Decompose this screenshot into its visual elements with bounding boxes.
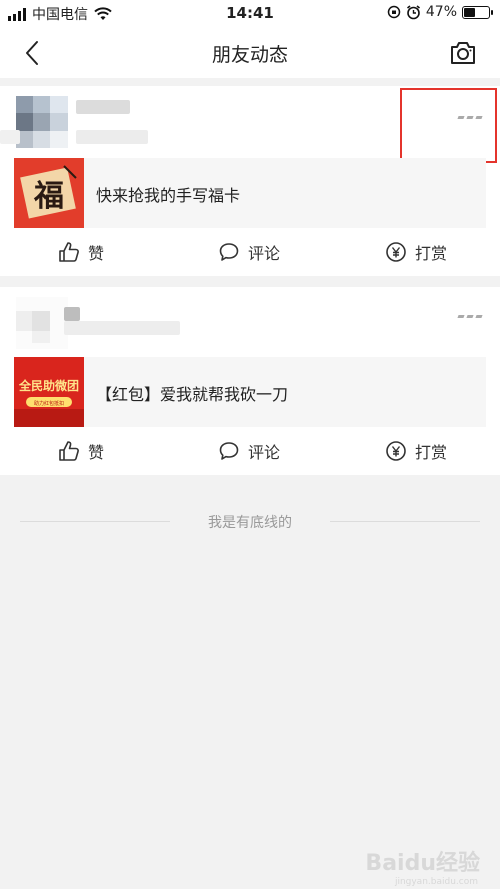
red-packet-thumbnail: 全民助微团 助力红包抵扣 bbox=[14, 357, 84, 427]
end-of-feed-text: 我是有底线的 bbox=[208, 515, 292, 531]
comment-button[interactable]: 评论 bbox=[218, 431, 280, 471]
battery-fill bbox=[464, 7, 476, 17]
shared-link-card[interactable]: 全民助微团 助力红包抵扣 【红包】爱我就帮我砍一刀 bbox=[14, 357, 486, 427]
divider bbox=[330, 521, 480, 522]
like-button[interactable]: 赞 bbox=[58, 431, 104, 471]
blur-patch bbox=[0, 130, 20, 144]
comment-bubble-icon bbox=[219, 442, 239, 460]
baidu-watermark-url: jingyan.baidu.com bbox=[394, 877, 478, 887]
baidu-watermark: Baidu经验 bbox=[365, 851, 480, 876]
status-right: 47% bbox=[387, 4, 493, 20]
reward-button[interactable]: 打赏 bbox=[385, 232, 447, 272]
post-card: 全民助微团 助力红包抵扣 【红包】爱我就帮我砍一刀 赞 评论 打赏 bbox=[0, 287, 500, 475]
reward-button[interactable]: 打赏 bbox=[385, 431, 447, 471]
like-label: 赞 bbox=[88, 443, 105, 462]
end-of-feed: 我是有底线的 bbox=[20, 512, 480, 532]
fuka-thumbnail: 福 bbox=[14, 158, 84, 228]
post-actions: 赞 评论 打赏 bbox=[0, 431, 500, 471]
avatar bbox=[16, 96, 68, 148]
comment-label: 评论 bbox=[248, 244, 281, 263]
yen-coin-icon bbox=[386, 441, 406, 461]
post-time-blurred bbox=[76, 130, 148, 144]
reward-label: 打赏 bbox=[415, 244, 448, 263]
post-time-blurred bbox=[64, 321, 180, 335]
orientation-lock-icon bbox=[387, 5, 401, 19]
comment-bubble-icon bbox=[219, 243, 239, 261]
yen-coin-icon bbox=[386, 242, 406, 262]
highlight-annotation bbox=[400, 88, 497, 163]
page-title: 朋友动态 bbox=[211, 44, 288, 66]
more-options-icon[interactable] bbox=[457, 311, 483, 321]
like-button[interactable]: 赞 bbox=[58, 232, 104, 272]
post-card: 福 快来抢我的手写福卡 赞 评论 打赏 bbox=[0, 86, 500, 276]
thumb-title: 全民助微团 bbox=[18, 378, 79, 393]
alarm-icon bbox=[406, 4, 420, 19]
post-actions: 赞 评论 打赏 bbox=[0, 232, 500, 272]
share-title: 快来抢我的手写福卡 bbox=[96, 186, 241, 205]
camera-icon[interactable] bbox=[448, 38, 478, 68]
share-title: 【红包】爱我就帮我砍一刀 bbox=[96, 385, 289, 404]
battery-percent: 47% bbox=[425, 4, 457, 20]
like-label: 赞 bbox=[88, 244, 105, 263]
thumbs-up-icon bbox=[59, 242, 79, 262]
comment-label: 评论 bbox=[248, 443, 281, 462]
username-blurred bbox=[76, 100, 130, 114]
battery-icon bbox=[462, 5, 493, 19]
thumbs-up-icon bbox=[59, 441, 79, 461]
nav-bar: 朋友动态 bbox=[0, 28, 500, 78]
shared-link-card[interactable]: 福 快来抢我的手写福卡 bbox=[14, 158, 486, 228]
status-bar: 中国电信 14:41 47% bbox=[0, 0, 500, 28]
reward-label: 打赏 bbox=[415, 443, 448, 462]
thumb-sub: 助力红包抵扣 bbox=[34, 400, 64, 407]
username-blurred bbox=[64, 307, 80, 321]
comment-button[interactable]: 评论 bbox=[218, 232, 280, 272]
avatar bbox=[16, 297, 68, 349]
fu-glyph: 福 bbox=[33, 179, 64, 214]
